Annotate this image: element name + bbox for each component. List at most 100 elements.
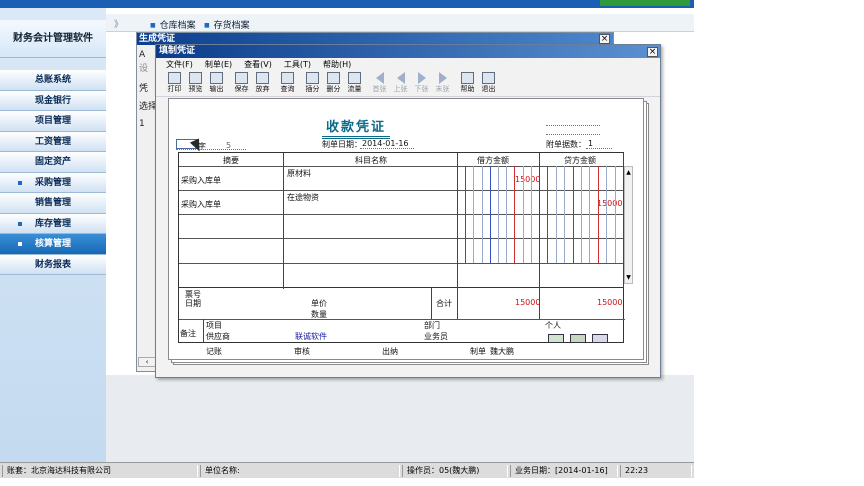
digit-grid-line (564, 166, 566, 263)
menu-item-0[interactable]: 文件(F) (166, 60, 193, 69)
voucher-zi-label: 字 (198, 142, 206, 151)
bullet-icon (18, 180, 22, 185)
entry-table-scrollbar[interactable]: ▲ ▼ (624, 166, 633, 284)
cut-label-setting: 设 (139, 64, 149, 74)
menu-item-3[interactable]: 工具(T) (284, 60, 311, 69)
close-icon[interactable]: × (647, 47, 658, 57)
row1-debit[interactable]: 15000 (515, 175, 540, 184)
toolbar-button-label: 查询 (280, 85, 295, 93)
first-icon (375, 72, 384, 84)
toolbar-button-label: 保存 (234, 85, 249, 93)
toolbar-button-6[interactable]: 插分 (302, 71, 323, 96)
header-divider (179, 166, 625, 167)
digit-grid-line (465, 166, 467, 263)
cut-label-voucher[interactable]: 凭 (139, 81, 148, 94)
toolbar-button-4[interactable]: 放弃 (252, 71, 273, 96)
toolbar-button-7[interactable]: 删分 (323, 71, 344, 96)
toolbar-button-label: 上张 (393, 85, 408, 93)
toolbar-button-13[interactable]: 帮助 (457, 71, 478, 96)
photo-icon[interactable] (570, 334, 586, 343)
next-icon (417, 72, 426, 84)
digit-grid-line (614, 166, 616, 263)
tab-warehouse-archive[interactable]: 仓库档案 (150, 18, 196, 31)
note-icon[interactable] (592, 334, 608, 343)
menu-item-1[interactable]: 制单(E) (205, 60, 232, 69)
remark-label: 备注 (180, 329, 196, 338)
toolbar-button-label: 退出 (481, 85, 496, 93)
preview-icon (189, 72, 202, 84)
row2-credit[interactable]: 15000 (597, 199, 622, 208)
toolbar-button-5[interactable]: 查询 (277, 71, 298, 96)
card-icon[interactable] (548, 334, 564, 343)
cut-label-row: 1 (139, 119, 145, 129)
header-debit: 借方金额 (477, 156, 509, 165)
quantity-label: 数量 (311, 310, 327, 319)
row1-account[interactable]: 原材料 (287, 168, 311, 179)
row2-account[interactable]: 在途物资 (287, 192, 319, 203)
scroll-down-icon[interactable]: ▼ (625, 274, 632, 281)
digit-grid-line (506, 166, 508, 263)
person-label: 个人 (545, 321, 561, 330)
sidebar-item-label: 工资管理 (34, 136, 71, 147)
toolbar-button-0[interactable]: 打印 (164, 71, 185, 96)
digit-grid-line (555, 166, 557, 263)
digit-grid-line (522, 166, 524, 263)
left-sidebar: 财务会计管理软件 总账系统 现金银行项目管理工资管理固定资产 采购管理 销售管理库存管… (0, 8, 106, 462)
sidebar-item-2[interactable]: 项目管理 (0, 111, 106, 132)
scroll-up-icon[interactable]: ▲ (625, 169, 632, 176)
menu-item-4[interactable]: 帮助(H) (323, 60, 351, 69)
voucher-entry-table: 摘要 科目名称 借方金额 贷方金额 采购入库单 原材料 15000 采购入库单 … (178, 152, 625, 289)
status-time: 22:23 (620, 465, 692, 477)
app-brand: 财务会计管理软件 (0, 20, 106, 58)
header-credit: 贷方金额 (564, 156, 596, 165)
attach-count[interactable]: 1 (588, 139, 593, 148)
row1-summary[interactable]: 采购入库单 (181, 175, 221, 186)
date-underline (360, 148, 414, 149)
digit-grid-line (589, 166, 591, 263)
toolbar-button-label: 删分 (326, 85, 341, 93)
sidebar-item-6[interactable]: 销售管理 (0, 193, 106, 214)
sidebar-item-label: 项目管理 (34, 116, 71, 126)
digit-grid-line (572, 166, 574, 263)
tab-bar: 》 仓库档案 存货档案 (106, 14, 694, 32)
menu-item-2[interactable]: 查看(V) (244, 60, 272, 69)
menu-bar: 文件(F) 制单(E) 查看(V) 工具(T) 帮助(H) (156, 58, 660, 71)
sidebar-item-0[interactable]: 总账系统 (0, 70, 106, 91)
voucher-date-label: 制单日期： (322, 140, 362, 149)
toolbar-button-1[interactable]: 预览 (185, 71, 206, 96)
sidebar-item-8[interactable]: 核算管理 (0, 234, 106, 255)
print-icon (168, 72, 181, 84)
toolbar-button-11[interactable]: 下张 (411, 71, 432, 96)
undo-icon (256, 72, 269, 84)
insert-entry-icon (306, 72, 319, 84)
sidebar-item-label: 库存管理 (34, 218, 71, 229)
toolbar-button-9[interactable]: 首张 (369, 71, 390, 96)
bookkeeper-label: 记账 (206, 347, 222, 356)
digit-grid-line (530, 166, 532, 263)
toolbar-button-10[interactable]: 上张 (390, 71, 411, 96)
header-account: 科目名称 (355, 156, 387, 165)
tab-inventory-archive[interactable]: 存货档案 (204, 18, 250, 31)
delete-entry-icon (327, 72, 340, 84)
save-icon (235, 72, 248, 84)
sidebar-item-9[interactable]: 财务报表 (0, 254, 106, 275)
toolbar-button-12[interactable]: 末张 (432, 71, 453, 96)
close-icon[interactable]: × (599, 34, 610, 44)
toolbar-button-2[interactable]: 输出 (206, 71, 227, 96)
sidebar-item-1[interactable]: 现金银行 (0, 90, 106, 111)
attach-top-line (546, 125, 600, 126)
tab-scroll-arrow[interactable]: 》 (114, 17, 123, 30)
sidebar-item-4[interactable]: 固定资产 (0, 152, 106, 173)
sidebar-item-7[interactable]: 库存管理 (0, 213, 106, 234)
scroll-left-arrow[interactable]: ‹ (138, 357, 156, 367)
total-debit: 15000 (515, 298, 541, 307)
toolbar-button-14[interactable]: 退出 (478, 71, 499, 96)
supplier-value[interactable]: 联诚软件 (295, 331, 327, 342)
row2-summary[interactable]: 采购入库单 (181, 199, 221, 210)
sidebar-item-3[interactable]: 工资管理 (0, 131, 106, 152)
sidebar-item-5[interactable]: 采购管理 (0, 172, 106, 193)
voucher-date[interactable]: 2014-01-16 (362, 139, 409, 148)
toolbar-button-3[interactable]: 保存 (231, 71, 252, 96)
col-divider (457, 153, 458, 289)
toolbar-button-8[interactable]: 流量 (344, 71, 365, 96)
